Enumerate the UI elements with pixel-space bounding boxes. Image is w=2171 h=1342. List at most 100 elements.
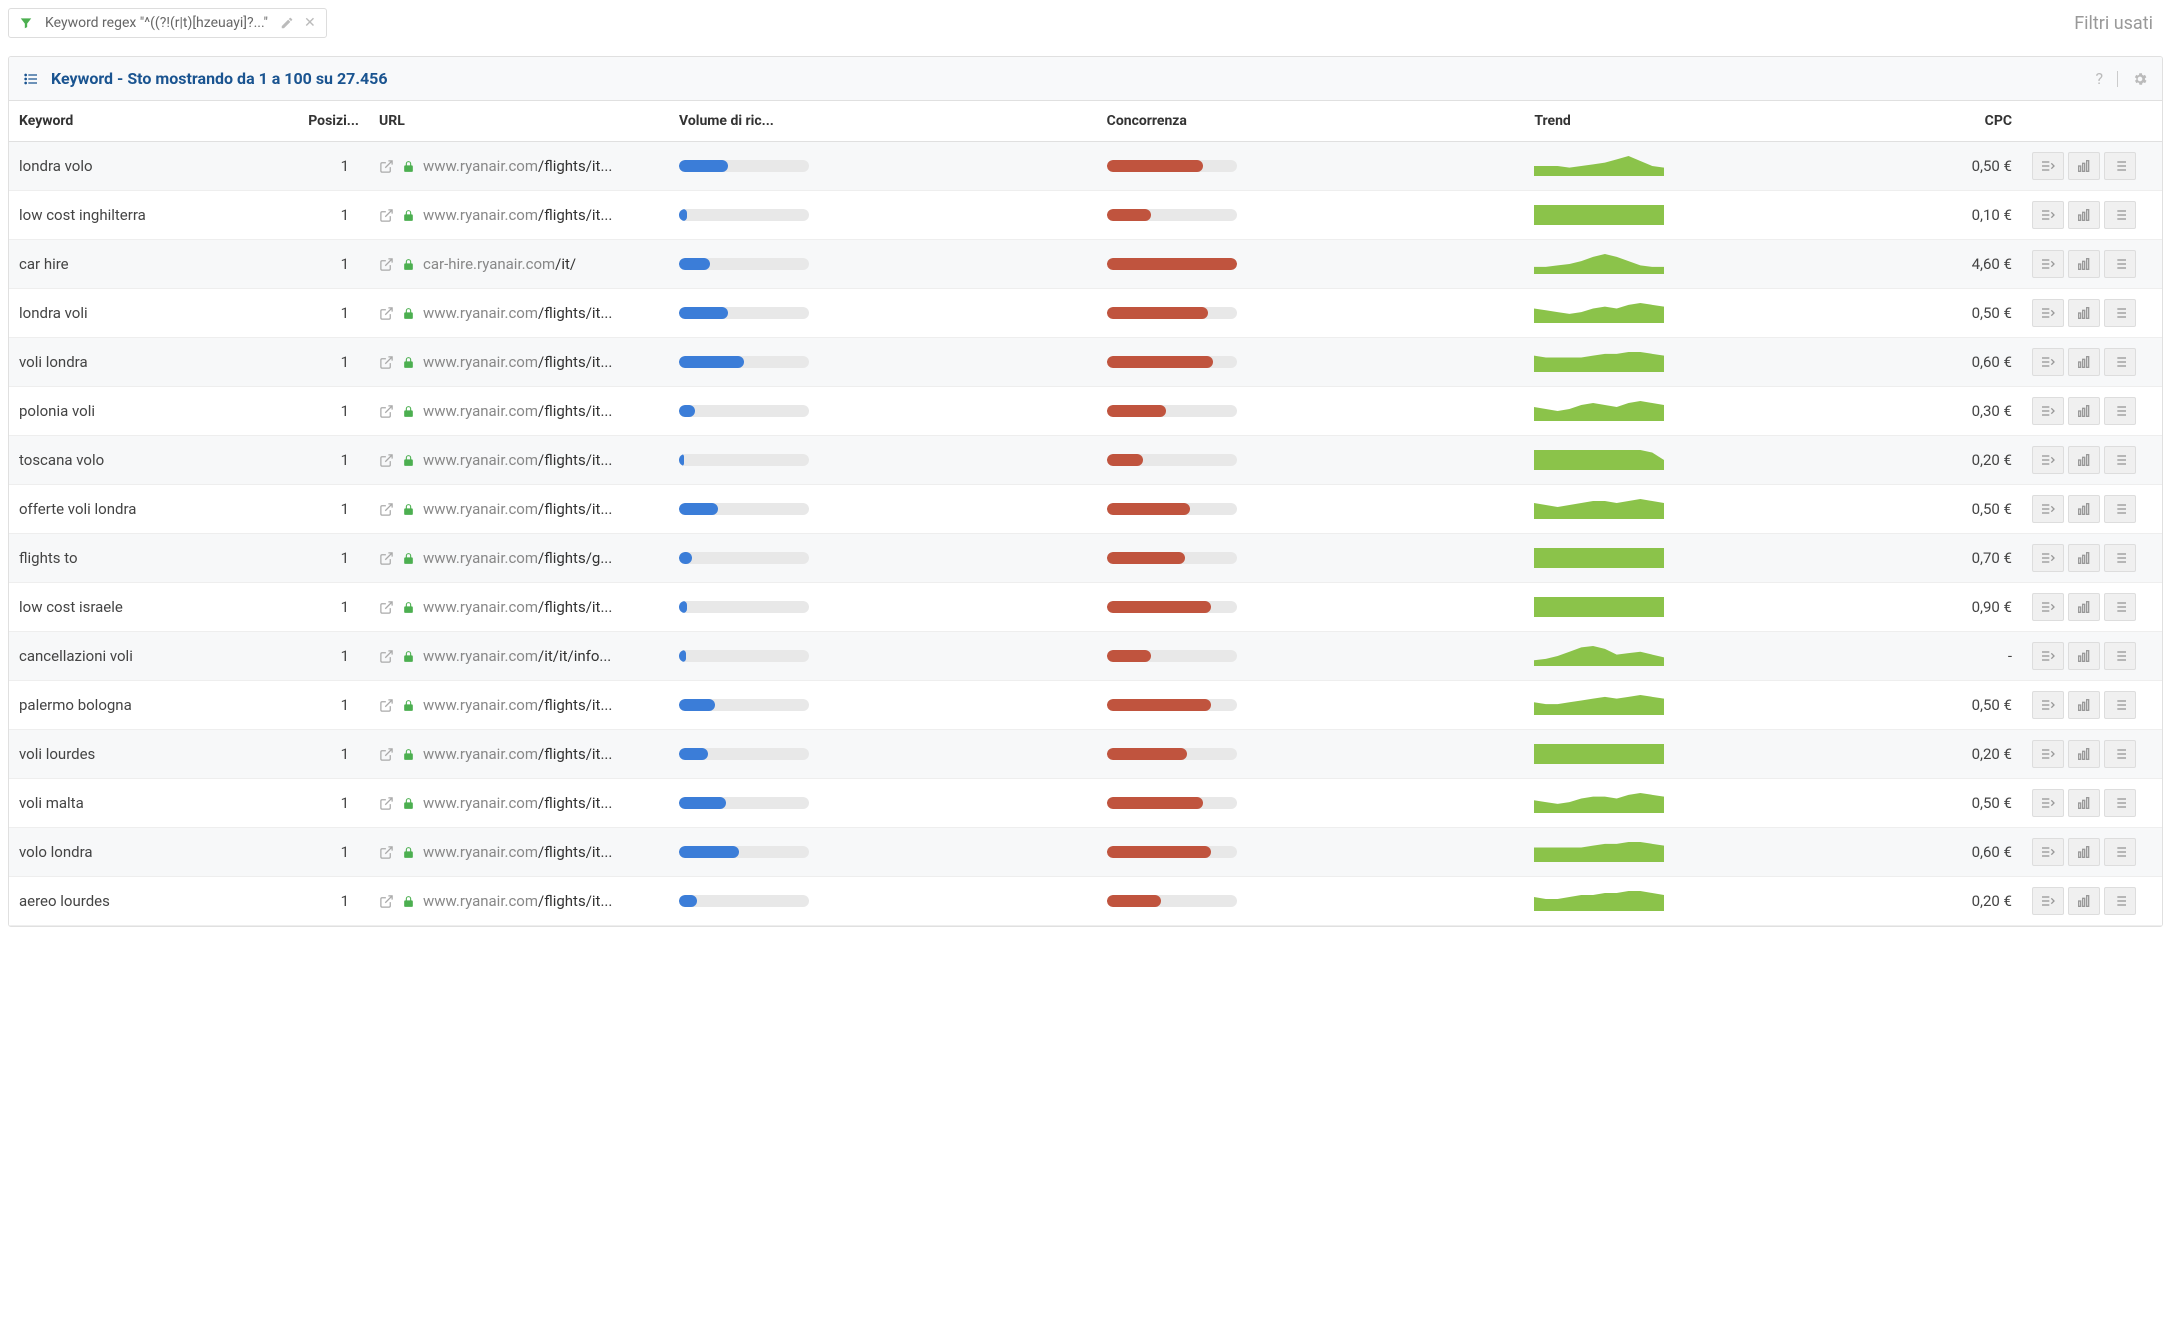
action-chart-icon[interactable] bbox=[2068, 593, 2100, 621]
action-chart-icon[interactable] bbox=[2068, 348, 2100, 376]
external-link-icon[interactable] bbox=[379, 845, 394, 860]
col-keyword[interactable]: Keyword bbox=[9, 101, 289, 142]
action-chart-icon[interactable] bbox=[2068, 887, 2100, 915]
filter-chip[interactable]: Keyword regex "^((?!(r|t)[hzeuayi]?..." … bbox=[8, 8, 327, 38]
cell-url[interactable]: www.ryanair.com/flights/it... bbox=[369, 289, 669, 338]
action-chart-icon[interactable] bbox=[2068, 642, 2100, 670]
cell-keyword[interactable]: low cost inghilterra bbox=[9, 191, 289, 240]
external-link-icon[interactable] bbox=[379, 747, 394, 762]
col-url[interactable]: URL bbox=[369, 101, 669, 142]
cell-keyword[interactable]: toscana volo bbox=[9, 436, 289, 485]
cell-url[interactable]: www.ryanair.com/it/it/info... bbox=[369, 632, 669, 681]
cell-url[interactable]: car-hire.ryanair.com/it/ bbox=[369, 240, 669, 289]
external-link-icon[interactable] bbox=[379, 894, 394, 909]
edit-filter-icon[interactable] bbox=[280, 16, 294, 30]
action-chart-icon[interactable] bbox=[2068, 495, 2100, 523]
action-expand-icon[interactable] bbox=[2032, 397, 2064, 425]
cell-keyword[interactable]: londra voli bbox=[9, 289, 289, 338]
action-expand-icon[interactable] bbox=[2032, 544, 2064, 572]
cell-url[interactable]: www.ryanair.com/flights/it... bbox=[369, 485, 669, 534]
action-list-icon[interactable] bbox=[2104, 838, 2136, 866]
cell-url[interactable]: www.ryanair.com/flights/it... bbox=[369, 338, 669, 387]
action-expand-icon[interactable] bbox=[2032, 593, 2064, 621]
cell-keyword[interactable]: polonia voli bbox=[9, 387, 289, 436]
action-list-icon[interactable] bbox=[2104, 691, 2136, 719]
cell-keyword[interactable]: palermo bologna bbox=[9, 681, 289, 730]
action-list-icon[interactable] bbox=[2104, 152, 2136, 180]
action-list-icon[interactable] bbox=[2104, 593, 2136, 621]
action-expand-icon[interactable] bbox=[2032, 152, 2064, 180]
action-list-icon[interactable] bbox=[2104, 201, 2136, 229]
action-expand-icon[interactable] bbox=[2032, 495, 2064, 523]
action-list-icon[interactable] bbox=[2104, 495, 2136, 523]
cell-url[interactable]: www.ryanair.com/flights/it... bbox=[369, 730, 669, 779]
cell-keyword[interactable]: low cost israele bbox=[9, 583, 289, 632]
action-list-icon[interactable] bbox=[2104, 348, 2136, 376]
action-list-icon[interactable] bbox=[2104, 642, 2136, 670]
action-expand-icon[interactable] bbox=[2032, 838, 2064, 866]
action-list-icon[interactable] bbox=[2104, 250, 2136, 278]
action-chart-icon[interactable] bbox=[2068, 789, 2100, 817]
action-chart-icon[interactable] bbox=[2068, 446, 2100, 474]
gear-icon[interactable] bbox=[2132, 71, 2148, 87]
external-link-icon[interactable] bbox=[379, 355, 394, 370]
col-trend[interactable]: Trend bbox=[1524, 101, 1952, 142]
action-chart-icon[interactable] bbox=[2068, 250, 2100, 278]
action-chart-icon[interactable] bbox=[2068, 838, 2100, 866]
action-list-icon[interactable] bbox=[2104, 446, 2136, 474]
cell-keyword[interactable]: volo londra bbox=[9, 828, 289, 877]
col-concorrenza[interactable]: Concorrenza bbox=[1097, 101, 1525, 142]
cell-keyword[interactable]: cancellazioni voli bbox=[9, 632, 289, 681]
action-chart-icon[interactable] bbox=[2068, 397, 2100, 425]
action-expand-icon[interactable] bbox=[2032, 642, 2064, 670]
cell-keyword[interactable]: aereo lourdes bbox=[9, 877, 289, 926]
cell-url[interactable]: www.ryanair.com/flights/it... bbox=[369, 779, 669, 828]
action-expand-icon[interactable] bbox=[2032, 789, 2064, 817]
cell-url[interactable]: www.ryanair.com/flights/it... bbox=[369, 142, 669, 191]
cell-url[interactable]: www.ryanair.com/flights/it... bbox=[369, 877, 669, 926]
help-icon[interactable]: ? bbox=[2095, 69, 2103, 88]
external-link-icon[interactable] bbox=[379, 453, 394, 468]
cell-url[interactable]: www.ryanair.com/flights/it... bbox=[369, 436, 669, 485]
action-chart-icon[interactable] bbox=[2068, 544, 2100, 572]
cell-url[interactable]: www.ryanair.com/flights/g... bbox=[369, 534, 669, 583]
action-chart-icon[interactable] bbox=[2068, 299, 2100, 327]
action-expand-icon[interactable] bbox=[2032, 250, 2064, 278]
close-filter-icon[interactable]: ✕ bbox=[304, 15, 316, 31]
action-expand-icon[interactable] bbox=[2032, 446, 2064, 474]
action-list-icon[interactable] bbox=[2104, 887, 2136, 915]
action-expand-icon[interactable] bbox=[2032, 201, 2064, 229]
action-chart-icon[interactable] bbox=[2068, 691, 2100, 719]
action-list-icon[interactable] bbox=[2104, 299, 2136, 327]
cell-keyword[interactable]: offerte voli londra bbox=[9, 485, 289, 534]
external-link-icon[interactable] bbox=[379, 600, 394, 615]
action-expand-icon[interactable] bbox=[2032, 348, 2064, 376]
cell-keyword[interactable]: flights to bbox=[9, 534, 289, 583]
col-posizione[interactable]: Posizi... bbox=[289, 101, 369, 142]
action-expand-icon[interactable] bbox=[2032, 740, 2064, 768]
action-expand-icon[interactable] bbox=[2032, 887, 2064, 915]
col-volume[interactable]: Volume di ric... bbox=[669, 101, 1097, 142]
cell-keyword[interactable]: voli lourdes bbox=[9, 730, 289, 779]
cell-keyword[interactable]: voli londra bbox=[9, 338, 289, 387]
cell-url[interactable]: www.ryanair.com/flights/it... bbox=[369, 828, 669, 877]
action-expand-icon[interactable] bbox=[2032, 691, 2064, 719]
external-link-icon[interactable] bbox=[379, 404, 394, 419]
action-list-icon[interactable] bbox=[2104, 397, 2136, 425]
external-link-icon[interactable] bbox=[379, 502, 394, 517]
external-link-icon[interactable] bbox=[379, 257, 394, 272]
cell-url[interactable]: www.ryanair.com/flights/it... bbox=[369, 191, 669, 240]
action-chart-icon[interactable] bbox=[2068, 152, 2100, 180]
cell-url[interactable]: www.ryanair.com/flights/it... bbox=[369, 387, 669, 436]
action-list-icon[interactable] bbox=[2104, 789, 2136, 817]
action-chart-icon[interactable] bbox=[2068, 201, 2100, 229]
external-link-icon[interactable] bbox=[379, 159, 394, 174]
external-link-icon[interactable] bbox=[379, 649, 394, 664]
external-link-icon[interactable] bbox=[379, 306, 394, 321]
external-link-icon[interactable] bbox=[379, 208, 394, 223]
cell-url[interactable]: www.ryanair.com/flights/it... bbox=[369, 583, 669, 632]
external-link-icon[interactable] bbox=[379, 796, 394, 811]
cell-keyword[interactable]: car hire bbox=[9, 240, 289, 289]
cell-url[interactable]: www.ryanair.com/flights/it... bbox=[369, 681, 669, 730]
action-chart-icon[interactable] bbox=[2068, 740, 2100, 768]
